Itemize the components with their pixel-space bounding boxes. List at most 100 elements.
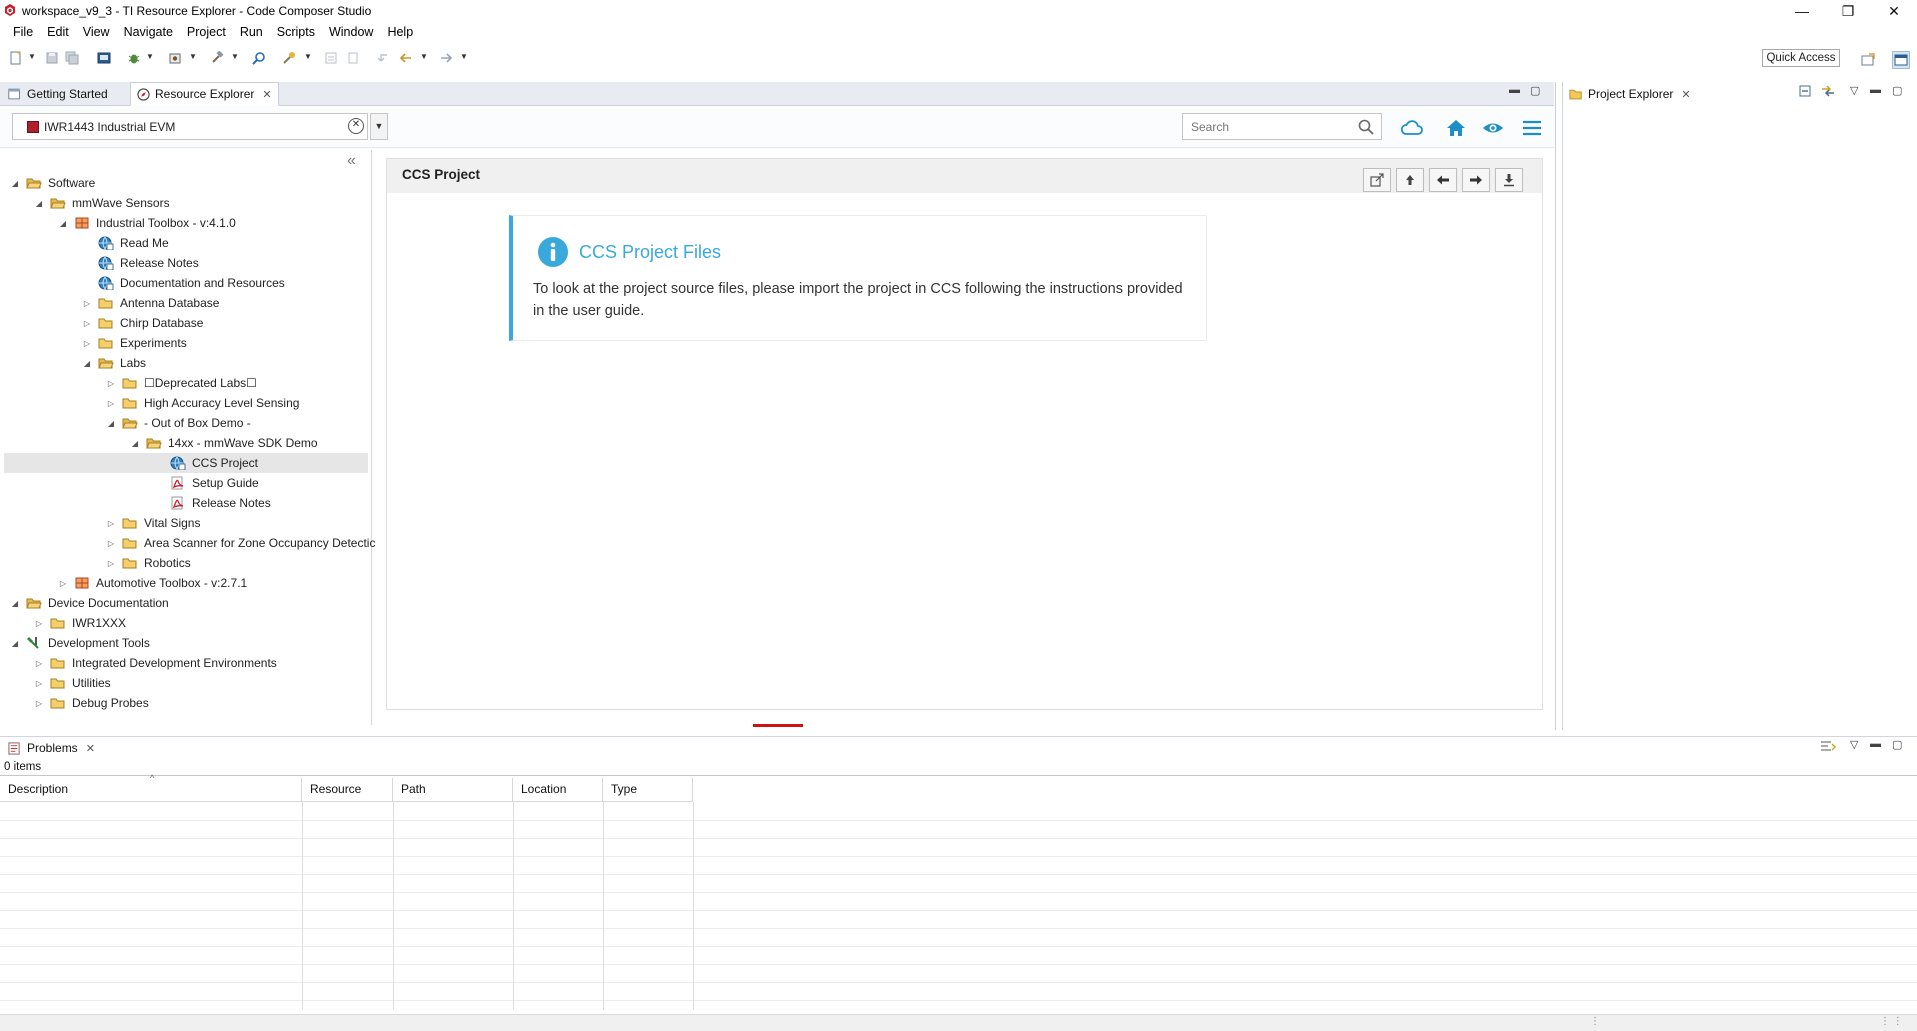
debug-dropdown-icon[interactable]: ▼ [146, 52, 154, 64]
tree-item[interactable]: ◢ - Out of Box Demo - [106, 413, 251, 433]
menu-scripts[interactable]: Scripts [270, 22, 322, 42]
collapse-all-icon[interactable] [1798, 84, 1812, 101]
cloud-icon[interactable] [1400, 116, 1424, 140]
clear-device-icon[interactable]: ✕ [348, 118, 364, 134]
save-icon[interactable] [43, 49, 61, 67]
toggle-icon[interactable] [344, 49, 362, 67]
build-dropdown-icon[interactable]: ▼ [189, 52, 197, 64]
expanded-arrow-icon[interactable]: ◢ [10, 599, 20, 608]
tree-item[interactable]: CCS Project [4, 453, 368, 473]
tree-item[interactable]: ◢ Software [10, 173, 95, 193]
open-external-button[interactable] [1363, 168, 1391, 192]
forward-button[interactable] [1462, 168, 1490, 192]
collapsed-arrow-icon[interactable]: ▷ [106, 519, 116, 528]
collapsed-arrow-icon[interactable]: ▷ [82, 339, 92, 348]
expanded-arrow-icon[interactable]: ◢ [106, 419, 116, 428]
tab-getting-started[interactable]: Getting Started [2, 82, 114, 106]
maximize-problems-icon[interactable]: ▢ [1892, 738, 1902, 751]
tree-item[interactable]: Setup Guide [154, 473, 259, 493]
menu-project[interactable]: Project [180, 22, 233, 42]
tree-item[interactable]: ▷ High Accuracy Level Sensing [106, 393, 300, 413]
tree-item[interactable]: ▷ Area Scanner for Zone Occupancy Detecti… [106, 533, 376, 553]
tree-item[interactable]: ▷ Robotics [106, 553, 191, 573]
build-icon[interactable] [166, 49, 184, 67]
tree-item[interactable]: ◢ mmWave Sensors [34, 193, 170, 213]
download-button[interactable] [1495, 168, 1523, 192]
minimize-project-explorer-icon[interactable]: ▬ [1870, 84, 1881, 96]
menu-window[interactable]: Window [322, 22, 380, 42]
tree-item[interactable]: ▷ ☐Deprecated Labs☐ [106, 373, 257, 393]
menu-edit[interactable]: Edit [40, 22, 76, 42]
menu-help[interactable]: Help [380, 22, 420, 42]
filter-icon[interactable] [1820, 739, 1836, 756]
tree-item[interactable]: ▷ Vital Signs [106, 513, 201, 533]
problems-view-menu-icon[interactable]: ▽ [1850, 738, 1858, 751]
hamburger-menu-icon[interactable] [1520, 116, 1544, 140]
close-project-explorer-icon[interactable]: ✕ [1681, 88, 1690, 101]
close-tab-icon[interactable]: ✕ [262, 88, 271, 101]
column-path[interactable]: Path [393, 778, 513, 802]
link-with-editor-icon[interactable] [1820, 84, 1836, 101]
menu-run[interactable]: Run [233, 22, 270, 42]
open-perspective-icon[interactable] [1859, 51, 1877, 69]
collapse-tree-icon[interactable]: « [347, 152, 356, 170]
back-button[interactable] [1429, 168, 1457, 192]
menu-navigate[interactable]: Navigate [117, 22, 180, 42]
debug-icon[interactable] [125, 49, 143, 67]
tree-item[interactable]: ▷ Integrated Development Environments [34, 653, 277, 673]
column-location[interactable]: Location [513, 778, 603, 802]
collapsed-arrow-icon[interactable]: ▷ [34, 619, 44, 628]
expanded-arrow-icon[interactable]: ◢ [130, 439, 140, 448]
expanded-arrow-icon[interactable]: ◢ [58, 219, 68, 228]
collapsed-arrow-icon[interactable]: ▷ [106, 379, 116, 388]
tab-project-explorer[interactable]: Project Explorer ✕ [1563, 82, 1697, 106]
minimize-button[interactable]: — [1779, 0, 1825, 22]
expanded-arrow-icon[interactable]: ◢ [82, 359, 92, 368]
tree-item[interactable]: ◢ Development Tools [10, 633, 150, 653]
tree-item[interactable]: Release Notes [82, 253, 199, 273]
tree-item[interactable]: ◢ Industrial Toolbox - v:4.1.0 [58, 213, 236, 233]
hammer-dropdown-icon[interactable]: ▼ [231, 52, 239, 64]
search-box[interactable] [1182, 113, 1382, 140]
close-button[interactable]: ✕ [1871, 0, 1917, 22]
tree-item[interactable]: ◢ Device Documentation [10, 593, 169, 613]
tree-item[interactable]: Read Me [82, 233, 169, 253]
view-menu-icon[interactable]: ▽ [1850, 84, 1858, 97]
collapsed-arrow-icon[interactable]: ▷ [58, 579, 68, 588]
device-selector[interactable]: IWR1443 Industrial EVM ✕ [12, 113, 368, 140]
collapsed-arrow-icon[interactable]: ▷ [106, 539, 116, 548]
minimize-problems-icon[interactable]: ▬ [1870, 738, 1881, 750]
back-dropdown-icon[interactable]: ▼ [420, 52, 428, 64]
tree-item[interactable]: ▷ Experiments [82, 333, 187, 353]
tree-item[interactable]: ▷ Automotive Toolbox - v:2.7.1 [58, 573, 247, 593]
up-button[interactable] [1396, 168, 1424, 192]
tree-item[interactable]: ▷ Antenna Database [82, 293, 220, 313]
tree-item[interactable]: ▷ IWR1XXX [34, 613, 126, 633]
tree-item[interactable]: Release Notes [154, 493, 271, 513]
forward-dropdown-icon[interactable]: ▼ [460, 52, 468, 64]
quick-access-field[interactable]: Quick Access [1762, 49, 1840, 67]
open-task-icon[interactable] [280, 49, 298, 67]
hammer-icon[interactable] [208, 49, 226, 67]
last-edit-icon[interactable] [374, 49, 392, 67]
tab-resource-explorer[interactable]: Resource Explorer ✕ [130, 82, 279, 106]
collapsed-arrow-icon[interactable]: ▷ [82, 319, 92, 328]
open-task-dropdown-icon[interactable]: ▼ [304, 52, 312, 64]
maximize-view-icon[interactable]: ▢ [1530, 84, 1540, 97]
new-icon[interactable] [7, 49, 25, 67]
save-all-icon[interactable] [63, 49, 81, 67]
back-icon[interactable] [397, 49, 415, 67]
minimize-view-icon[interactable]: ▬ [1509, 84, 1520, 96]
collapsed-arrow-icon[interactable]: ▷ [106, 559, 116, 568]
expanded-arrow-icon[interactable]: ◢ [10, 639, 20, 648]
eye-icon[interactable] [1481, 116, 1505, 140]
tree-item[interactable]: ◢ 14xx - mmWave SDK Demo [130, 433, 318, 453]
tree-item[interactable]: ▷ Chirp Database [82, 313, 203, 333]
expanded-arrow-icon[interactable]: ◢ [10, 179, 20, 188]
collapsed-arrow-icon[interactable]: ▷ [34, 699, 44, 708]
collapsed-arrow-icon[interactable]: ▷ [34, 659, 44, 668]
tab-problems[interactable]: Problems ✕ [2, 736, 101, 760]
search-icon[interactable] [1357, 118, 1375, 136]
forward-icon[interactable] [437, 49, 455, 67]
menu-file[interactable]: File [6, 22, 40, 42]
